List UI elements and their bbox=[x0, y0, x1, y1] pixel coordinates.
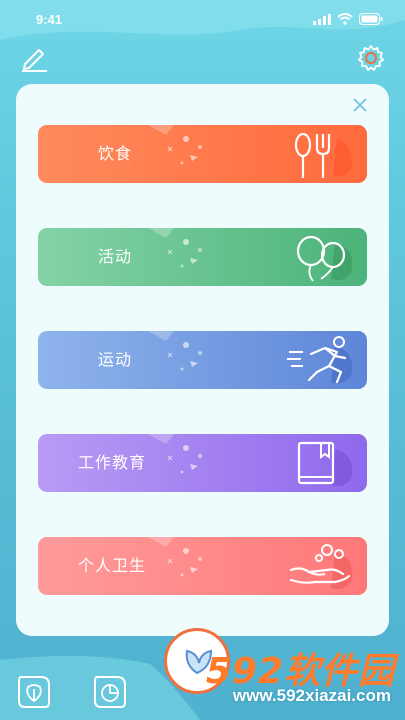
close-icon bbox=[353, 98, 367, 112]
book-icon bbox=[297, 441, 353, 487]
confetti-decoration bbox=[148, 331, 202, 371]
leaf-icon bbox=[18, 676, 50, 708]
watermark: 592软件园 www.592xiazai.com bbox=[199, 642, 399, 718]
category-hygiene-button[interactable]: 个人卫生 bbox=[38, 537, 367, 595]
category-label: 运动 bbox=[98, 350, 133, 369]
watermark-url: www.592xiazai.com bbox=[232, 686, 391, 705]
settings-button[interactable] bbox=[355, 42, 387, 74]
running-person-icon bbox=[287, 336, 353, 384]
edit-button[interactable] bbox=[18, 42, 50, 74]
confetti-decoration bbox=[148, 228, 202, 268]
status-bar: 9:41 bbox=[0, 0, 405, 40]
category-sports-button[interactable]: 运动 bbox=[38, 331, 367, 389]
category-diet-button[interactable]: 饮食 bbox=[38, 125, 367, 183]
category-card: 饮食 活动 运动 工作教育 个人卫生 bbox=[16, 84, 389, 636]
balloons-icon bbox=[296, 235, 353, 282]
category-work-education-button[interactable]: 工作教育 bbox=[38, 434, 367, 492]
washing-hands-icon bbox=[289, 544, 353, 590]
status-icons bbox=[313, 13, 383, 25]
category-label: 活动 bbox=[98, 247, 133, 266]
category-label: 饮食 bbox=[98, 144, 133, 163]
nav-home-button[interactable] bbox=[14, 672, 54, 712]
category-label: 个人卫生 bbox=[78, 556, 147, 575]
category-label: 工作教育 bbox=[78, 453, 147, 472]
confetti-decoration bbox=[148, 125, 202, 165]
gear-icon bbox=[358, 45, 384, 71]
status-time: 9:41 bbox=[36, 12, 63, 27]
pie-chart-icon bbox=[94, 676, 126, 708]
battery-icon bbox=[359, 13, 383, 25]
nav-stats-button[interactable] bbox=[90, 672, 130, 712]
close-button[interactable] bbox=[349, 94, 371, 116]
pencil-icon bbox=[22, 49, 47, 72]
category-activity-button[interactable]: 活动 bbox=[38, 228, 367, 286]
fork-spoon-icon bbox=[294, 132, 352, 178]
wifi-icon bbox=[337, 13, 353, 25]
signal-icon bbox=[313, 13, 331, 25]
